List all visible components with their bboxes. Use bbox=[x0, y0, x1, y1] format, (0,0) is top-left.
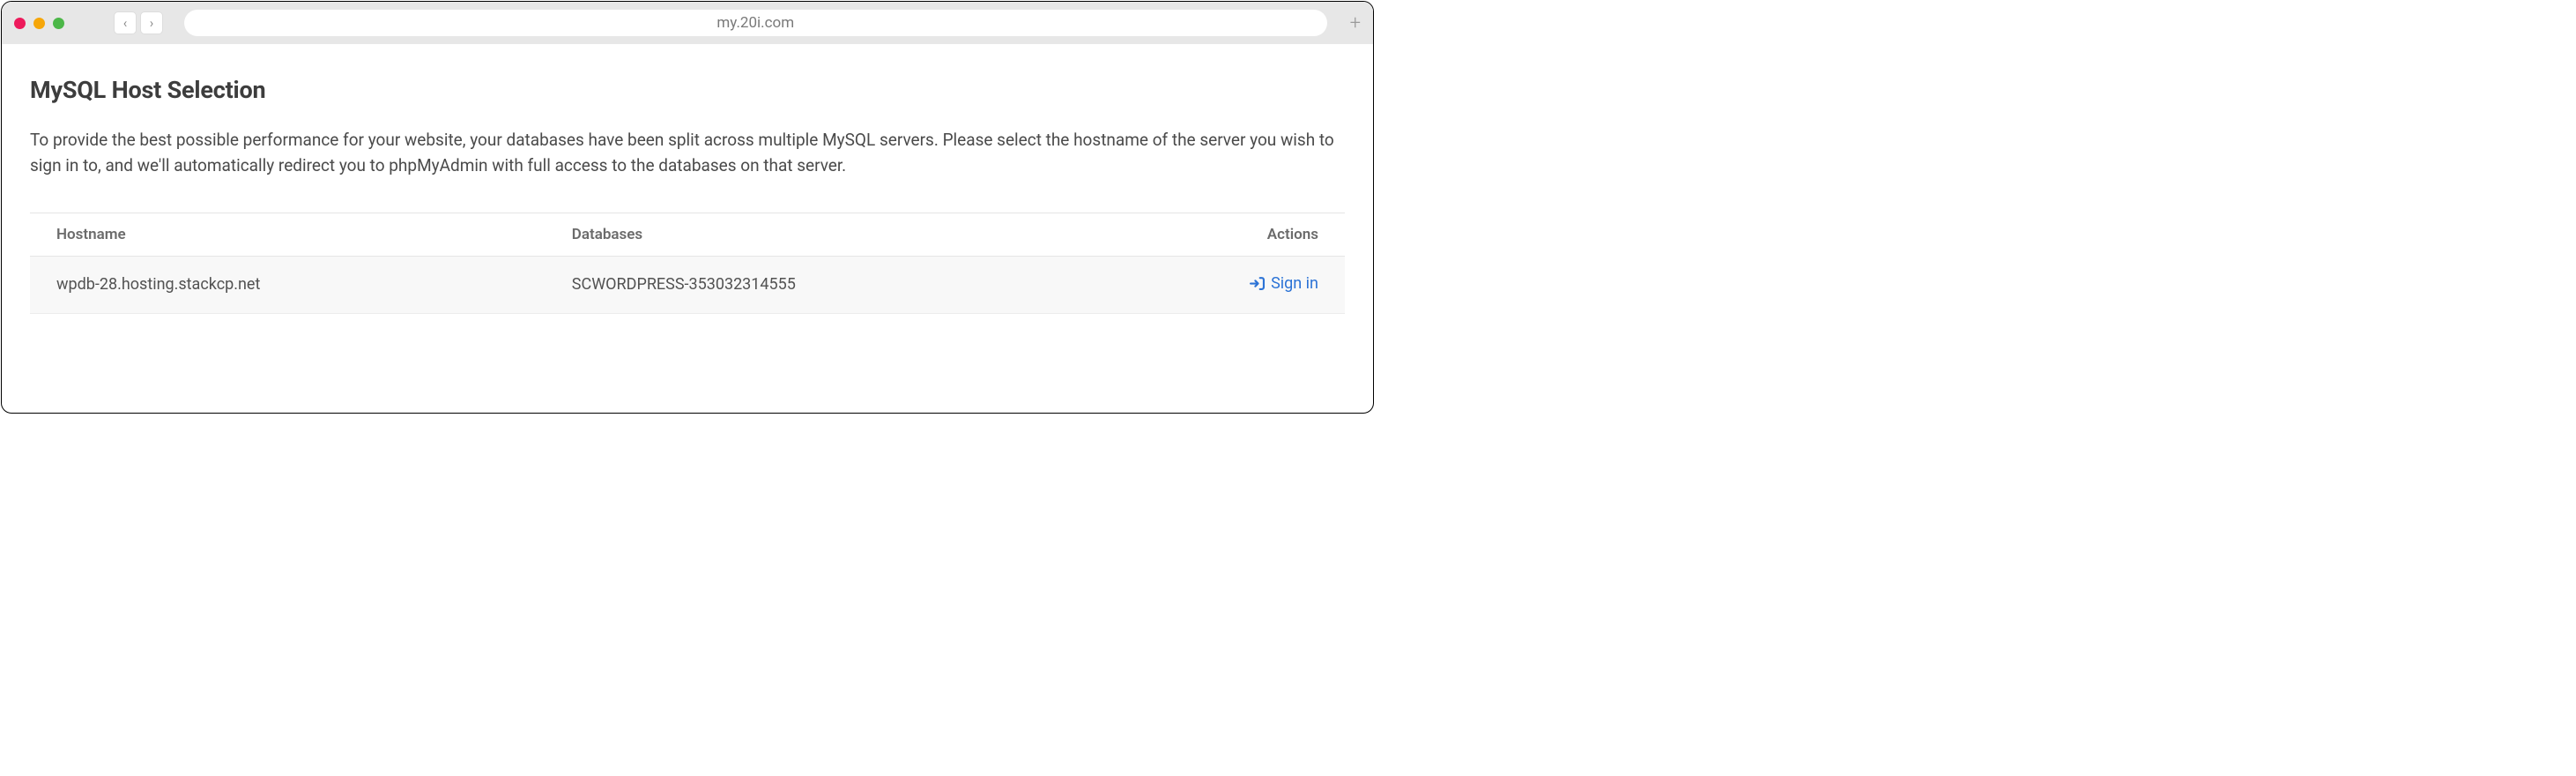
maximize-window-button[interactable] bbox=[53, 18, 64, 29]
minimize-window-button[interactable] bbox=[33, 18, 45, 29]
close-window-button[interactable] bbox=[14, 18, 26, 29]
host-table: Hostname Databases Actions wpdb-28.hosti… bbox=[30, 213, 1345, 314]
address-bar[interactable]: my.20i.com bbox=[184, 10, 1327, 36]
chevron-right-icon: › bbox=[150, 15, 154, 31]
cell-hostname: wpdb-28.hosting.stackcp.net bbox=[30, 256, 546, 313]
cell-databases: SCWORDPRESS-353032314555 bbox=[546, 256, 1101, 313]
forward-button[interactable]: › bbox=[140, 11, 163, 34]
window-controls bbox=[14, 18, 64, 29]
col-databases: Databases bbox=[546, 213, 1101, 256]
table-header-row: Hostname Databases Actions bbox=[30, 213, 1345, 256]
browser-window: ‹ › my.20i.com + MySQL Host Selection To… bbox=[1, 1, 1374, 414]
back-button[interactable]: ‹ bbox=[114, 11, 137, 34]
plus-icon: + bbox=[1350, 12, 1361, 34]
browser-toolbar: ‹ › my.20i.com + bbox=[2, 2, 1373, 44]
page-content: MySQL Host Selection To provide the best… bbox=[2, 44, 1373, 314]
chevron-left-icon: ‹ bbox=[123, 15, 128, 31]
sign-in-icon bbox=[1250, 276, 1265, 291]
col-actions: Actions bbox=[1101, 213, 1345, 256]
page-title: MySQL Host Selection bbox=[30, 76, 1345, 104]
sign-in-label: Sign in bbox=[1271, 274, 1318, 293]
sign-in-link[interactable]: Sign in bbox=[1250, 274, 1318, 293]
nav-buttons: ‹ › bbox=[114, 11, 163, 34]
cell-actions: Sign in bbox=[1101, 256, 1345, 313]
url-text: my.20i.com bbox=[716, 14, 794, 32]
table-row: wpdb-28.hosting.stackcp.net SCWORDPRESS-… bbox=[30, 256, 1345, 313]
col-hostname: Hostname bbox=[30, 213, 546, 256]
page-description: To provide the best possible performance… bbox=[30, 127, 1345, 179]
new-tab-button[interactable]: + bbox=[1350, 12, 1361, 34]
